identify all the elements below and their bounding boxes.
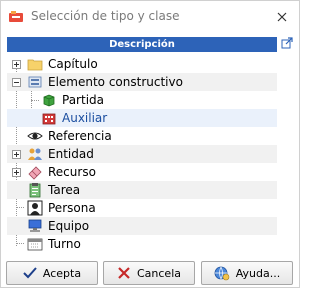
- tree-item-capitulo[interactable]: Capítulo: [7, 55, 277, 73]
- tree-item-recurso[interactable]: Recurso: [7, 163, 277, 181]
- tree-item-partida[interactable]: Partida: [7, 91, 277, 109]
- cancel-button-label: Cancela: [136, 266, 181, 280]
- tree-item-label: Partida: [62, 93, 104, 107]
- tree-item-label: Elemento constructivo: [48, 75, 183, 89]
- calendar-icon: [27, 238, 43, 251]
- expand-toggle[interactable]: [12, 168, 21, 177]
- dialog-window: Selección de tipo y clase Descripción Ca…: [0, 0, 300, 288]
- close-button[interactable]: [271, 6, 293, 28]
- green-cube-icon: [43, 94, 55, 107]
- help-button-label: Ayuda...: [235, 266, 281, 280]
- folder-icon: [27, 59, 43, 71]
- window-title: Selección de tipo y clase: [31, 9, 180, 23]
- person-card-icon: [27, 200, 43, 216]
- tree-item-label: Entidad: [48, 147, 94, 161]
- clipboard-icon: [29, 183, 41, 198]
- tree-item-referencia[interactable]: Referencia: [7, 127, 277, 145]
- title-bar: Selección de tipo y clase: [1, 1, 299, 33]
- accept-button[interactable]: Acepta: [6, 261, 98, 285]
- cancel-x-icon: [118, 267, 130, 279]
- cancel-button[interactable]: Cancela: [103, 261, 195, 285]
- eye-icon: [27, 132, 43, 140]
- component-icon: [28, 76, 42, 88]
- tree-item-label: Tarea: [48, 183, 81, 197]
- help-globe-icon: [214, 266, 230, 281]
- red-building-icon: [42, 113, 56, 125]
- tree-item-auxiliar[interactable]: Auxiliar: [7, 109, 277, 127]
- tree-item-label: Referencia: [48, 129, 112, 143]
- checkmark-icon: [23, 267, 37, 279]
- tree-item-label: Turno: [48, 237, 81, 251]
- tree-item-label: Persona: [48, 201, 96, 215]
- column-header-descripcion[interactable]: Descripción: [7, 37, 277, 52]
- tree-item-label: Auxiliar: [62, 111, 108, 125]
- tree-item-entidad[interactable]: Entidad: [7, 145, 277, 163]
- accept-button-label: Acepta: [42, 266, 82, 280]
- tree-item-tarea[interactable]: Tarea: [7, 181, 277, 199]
- expand-toggle[interactable]: [12, 150, 21, 159]
- expand-window-icon[interactable]: [281, 37, 293, 49]
- tree-item-persona[interactable]: Persona: [7, 199, 277, 217]
- computer-icon: [28, 219, 42, 232]
- close-icon: [277, 12, 287, 22]
- help-button[interactable]: Ayuda...: [201, 261, 293, 285]
- eraser-icon: [28, 166, 42, 180]
- collapse-toggle[interactable]: [12, 78, 21, 87]
- tree-item-turno[interactable]: Turno: [7, 235, 277, 253]
- column-header-label: Descripción: [109, 39, 175, 50]
- tree-item-label: Recurso: [48, 165, 96, 179]
- tree-item-equipo[interactable]: Equipo: [7, 217, 277, 235]
- tree-item-elemento-constructivo[interactable]: Elemento constructivo: [7, 73, 277, 91]
- dialog-footer: Acepta Cancela Ayuda...: [1, 260, 299, 288]
- app-icon: [9, 11, 23, 22]
- expand-toggle[interactable]: [12, 60, 21, 69]
- type-tree: Capítulo Elemento constructivo Partida A…: [7, 54, 293, 254]
- tree-item-label: Equipo: [48, 219, 90, 233]
- people-icon: [28, 148, 42, 160]
- tree-item-label: Capítulo: [48, 57, 98, 71]
